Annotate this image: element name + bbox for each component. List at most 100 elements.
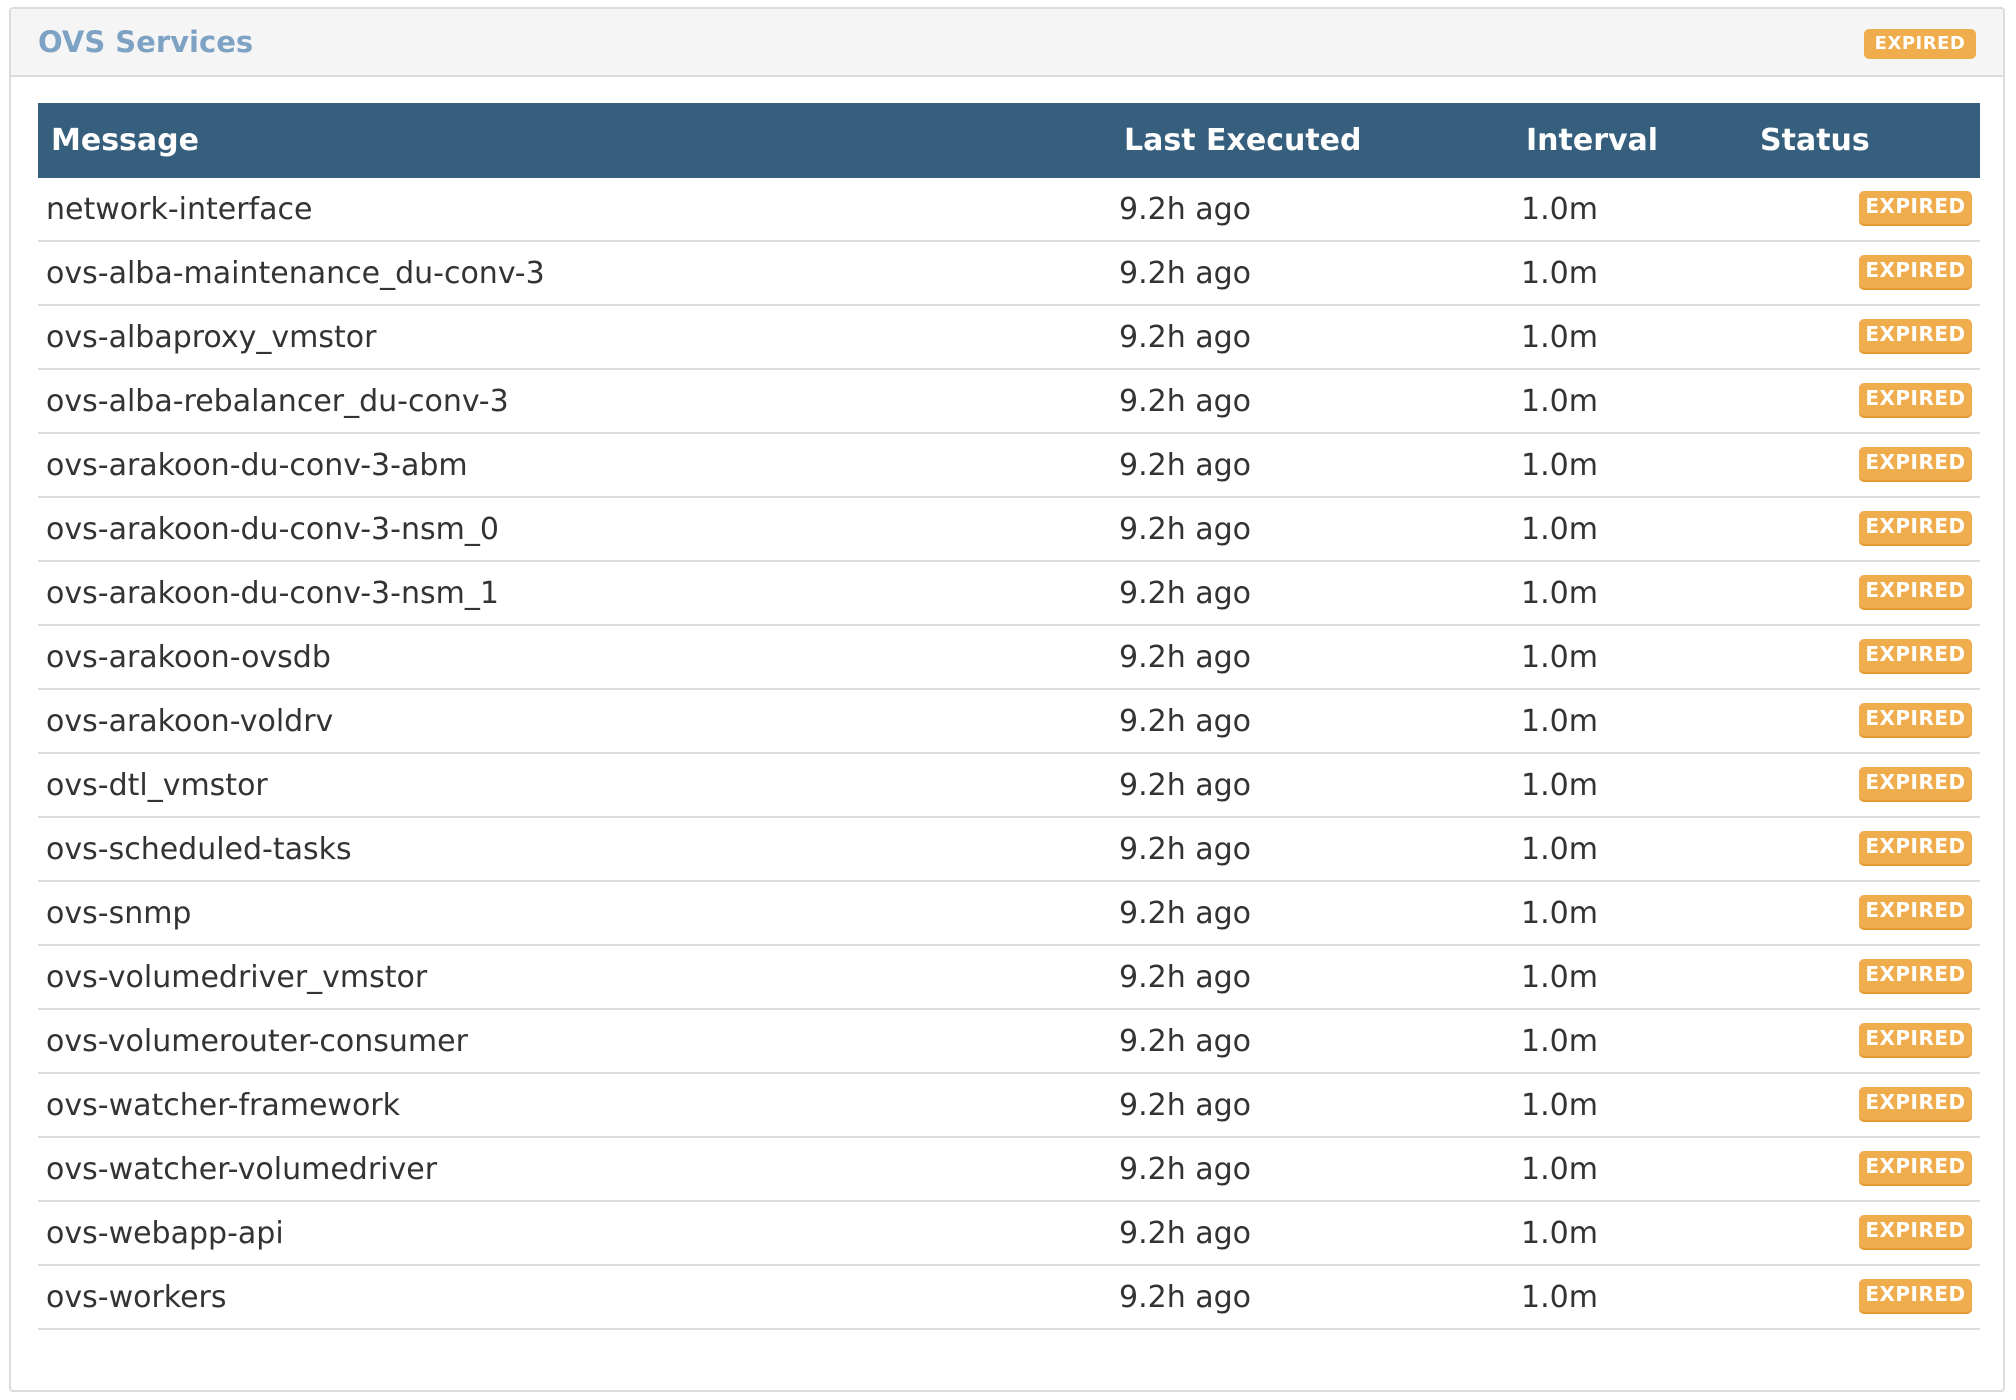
message-cell: ovs-arakoon-du-conv-3-nsm_1	[46, 576, 499, 611]
status-badge: EXPIRED	[1859, 255, 1972, 288]
interval-cell: 1.0m	[1521, 320, 1598, 355]
message-cell: ovs-watcher-volumedriver	[46, 1152, 438, 1187]
last-executed-cell: 9.2h ago	[1119, 512, 1252, 547]
last-executed-cell: 9.2h ago	[1119, 640, 1252, 675]
last-executed-cell: 9.2h ago	[1119, 384, 1252, 419]
last-executed-cell: 9.2h ago	[1119, 896, 1252, 931]
interval-cell: 1.0m	[1521, 1280, 1598, 1315]
status-badge: EXPIRED	[1859, 703, 1972, 736]
table-row: ovs-workers 9.2h ago 1.0m EXPIRED	[38, 1266, 1980, 1330]
status-badge: EXPIRED	[1859, 511, 1972, 544]
interval-cell: 1.0m	[1521, 960, 1598, 995]
column-header-status[interactable]: Status	[1760, 103, 1870, 178]
last-executed-cell: 9.2h ago	[1119, 1088, 1252, 1123]
table-row: ovs-arakoon-ovsdb 9.2h ago 1.0m EXPIRED	[38, 626, 1980, 690]
interval-cell: 1.0m	[1521, 640, 1598, 675]
message-cell: ovs-arakoon-du-conv-3-abm	[46, 448, 468, 483]
message-cell: ovs-snmp	[46, 896, 192, 931]
message-cell: ovs-webapp-api	[46, 1216, 284, 1251]
panel-status-badge: EXPIRED	[1864, 29, 1976, 59]
message-cell: ovs-arakoon-du-conv-3-nsm_0	[46, 512, 499, 547]
table-row: ovs-watcher-framework 9.2h ago 1.0m EXPIRED	[38, 1074, 1980, 1138]
status-badge: EXPIRED	[1859, 1215, 1972, 1248]
message-cell: ovs-alba-rebalancer_du-conv-3	[46, 384, 509, 419]
table-body: network-interface 9.2h ago 1.0m EXPIRED ovs-…	[38, 178, 1980, 1330]
table-row: ovs-dtl_vmstor 9.2h ago 1.0m EXPIRED	[38, 754, 1980, 818]
status-badge: EXPIRED	[1859, 575, 1972, 608]
message-cell: ovs-arakoon-voldrv	[46, 704, 334, 739]
message-cell: ovs-volumerouter-consumer	[46, 1024, 468, 1059]
message-cell: ovs-volumedriver_vmstor	[46, 960, 428, 995]
table-row: ovs-volumedriver_vmstor 9.2h ago 1.0m EXPIR…	[38, 946, 1980, 1010]
status-badge: EXPIRED	[1859, 191, 1972, 224]
status-badge: EXPIRED	[1859, 1151, 1972, 1184]
interval-cell: 1.0m	[1521, 512, 1598, 547]
message-cell: ovs-dtl_vmstor	[46, 768, 268, 803]
status-badge: EXPIRED	[1859, 895, 1972, 928]
last-executed-cell: 9.2h ago	[1119, 448, 1252, 483]
last-executed-cell: 9.2h ago	[1119, 704, 1252, 739]
interval-cell: 1.0m	[1521, 1088, 1598, 1123]
interval-cell: 1.0m	[1521, 768, 1598, 803]
status-badge: EXPIRED	[1859, 959, 1972, 992]
table-row: ovs-arakoon-du-conv-3-nsm_1 9.2h ago 1.0m E…	[38, 562, 1980, 626]
ovs-services-panel: OVS Services EXPIRED Message Last Execut…	[9, 7, 2005, 1392]
last-executed-cell: 9.2h ago	[1119, 832, 1252, 867]
table-row: ovs-arakoon-du-conv-3-nsm_0 9.2h ago 1.0m E…	[38, 498, 1980, 562]
interval-cell: 1.0m	[1521, 256, 1598, 291]
table-row: ovs-alba-maintenance_du-conv-3 9.2h ago 1.…	[38, 242, 1980, 306]
status-badge: EXPIRED	[1859, 1279, 1972, 1312]
last-executed-cell: 9.2h ago	[1119, 1024, 1252, 1059]
interval-cell: 1.0m	[1521, 192, 1598, 227]
table-row: ovs-albaproxy_vmstor 9.2h ago 1.0m EXPIRED	[38, 306, 1980, 370]
interval-cell: 1.0m	[1521, 704, 1598, 739]
last-executed-cell: 9.2h ago	[1119, 1152, 1252, 1187]
status-badge: EXPIRED	[1859, 447, 1972, 480]
message-cell: ovs-scheduled-tasks	[46, 832, 352, 867]
message-cell: ovs-alba-maintenance_du-conv-3	[46, 256, 545, 291]
status-badge: EXPIRED	[1859, 767, 1972, 800]
last-executed-cell: 9.2h ago	[1119, 768, 1252, 803]
interval-cell: 1.0m	[1521, 1024, 1598, 1059]
column-header-interval[interactable]: Interval	[1526, 103, 1658, 178]
table-row: ovs-scheduled-tasks 9.2h ago 1.0m EXPIRED	[38, 818, 1980, 882]
column-header-last-executed[interactable]: Last Executed	[1124, 103, 1362, 178]
table-row: ovs-webapp-api 9.2h ago 1.0m EXPIRED	[38, 1202, 1980, 1266]
panel-heading: OVS Services EXPIRED	[11, 9, 2003, 77]
table-row: ovs-arakoon-du-conv-3-abm 9.2h ago 1.0m EXP…	[38, 434, 1980, 498]
interval-cell: 1.0m	[1521, 448, 1598, 483]
interval-cell: 1.0m	[1521, 1152, 1598, 1187]
table-row: ovs-volumerouter-consumer 9.2h ago 1.0m EXP…	[38, 1010, 1980, 1074]
message-cell: network-interface	[46, 192, 313, 227]
table-row: ovs-watcher-volumedriver 9.2h ago 1.0m EXPI…	[38, 1138, 1980, 1202]
status-badge: EXPIRED	[1859, 639, 1972, 672]
interval-cell: 1.0m	[1521, 576, 1598, 611]
table-row: ovs-alba-rebalancer_du-conv-3 9.2h ago 1.0…	[38, 370, 1980, 434]
interval-cell: 1.0m	[1521, 384, 1598, 419]
last-executed-cell: 9.2h ago	[1119, 192, 1252, 227]
status-badge: EXPIRED	[1859, 1023, 1972, 1056]
table-header: Message Last Executed Interval Status	[38, 103, 1980, 178]
table-row: ovs-arakoon-voldrv 9.2h ago 1.0m EXPIRED	[38, 690, 1980, 754]
services-table: Message Last Executed Interval Status ne…	[38, 103, 1980, 1330]
interval-cell: 1.0m	[1521, 1216, 1598, 1251]
last-executed-cell: 9.2h ago	[1119, 256, 1252, 291]
message-cell: ovs-arakoon-ovsdb	[46, 640, 331, 675]
status-badge: EXPIRED	[1859, 319, 1972, 352]
table-row: network-interface 9.2h ago 1.0m EXPIRED	[38, 178, 1980, 242]
last-executed-cell: 9.2h ago	[1119, 1280, 1252, 1315]
last-executed-cell: 9.2h ago	[1119, 576, 1252, 611]
last-executed-cell: 9.2h ago	[1119, 320, 1252, 355]
last-executed-cell: 9.2h ago	[1119, 1216, 1252, 1251]
interval-cell: 1.0m	[1521, 896, 1598, 931]
message-cell: ovs-albaproxy_vmstor	[46, 320, 377, 355]
table-row: ovs-snmp 9.2h ago 1.0m EXPIRED	[38, 882, 1980, 946]
panel-title: OVS Services	[38, 25, 254, 59]
column-header-message[interactable]: Message	[51, 103, 199, 178]
message-cell: ovs-workers	[46, 1280, 227, 1315]
status-badge: EXPIRED	[1859, 831, 1972, 864]
interval-cell: 1.0m	[1521, 832, 1598, 867]
message-cell: ovs-watcher-framework	[46, 1088, 401, 1123]
status-badge: EXPIRED	[1859, 383, 1972, 416]
last-executed-cell: 9.2h ago	[1119, 960, 1252, 995]
